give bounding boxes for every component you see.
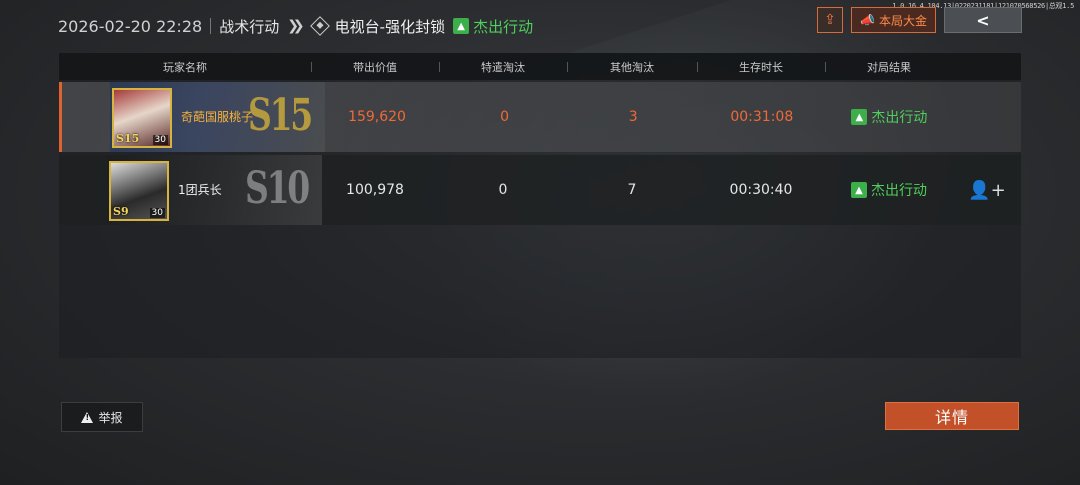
map-name: 电视台-强化封锁 <box>334 17 446 36</box>
map-icon <box>309 16 330 36</box>
avatar-level: 30 <box>149 208 165 218</box>
table-row[interactable]: S10 S9 30 1团兵长 100,978 0 7 00:30:40 ▲ 杰出… <box>59 155 1021 225</box>
result-cell: ▲ 杰出行动 <box>826 107 954 127</box>
avatar[interactable]: S9 30 <box>109 161 169 221</box>
match-result: ▲ 杰出行动 <box>453 16 533 37</box>
header-special-kills: 特遣淘汰 <box>439 59 567 75</box>
match-header: 2026-02-20 22:28 战术行动 ❯❯ 电视台-强化封锁 ▲ 杰出行动 <box>58 13 533 39</box>
header-player-name: 玩家名称 <box>163 60 207 74</box>
warning-icon <box>81 411 94 423</box>
special-kills-cell: 0 <box>498 182 508 198</box>
survival-cell: 00:30:40 <box>729 182 793 198</box>
result-badge: ▲ 杰出行动 <box>851 107 927 127</box>
flame-icon: ▲ <box>851 182 867 198</box>
flame-icon: ▲ <box>453 18 470 34</box>
header-value: 带出价值 <box>311 59 439 75</box>
share-button[interactable]: ⇪ <box>817 7 844 33</box>
avatar-season-badge: S15 <box>116 132 140 145</box>
survival-cell: 00:31:08 <box>730 109 794 125</box>
value-cell: 100,978 <box>346 182 404 198</box>
avatar[interactable]: S15 30 <box>112 88 172 148</box>
back-button[interactable]: < <box>944 7 1022 33</box>
chevron-left-icon: < <box>976 10 990 30</box>
result-badge: ▲ 杰出行动 <box>851 180 927 200</box>
add-friend-button[interactable]: 👤+ <box>953 180 1021 201</box>
avatar-level: 30 <box>152 135 168 145</box>
scoreboard-table: 玩家名称 带出价值 特遣淘汰 其他淘汰 生存时长 对局结果 S15 S15 30… <box>59 53 1021 358</box>
result-cell: ▲ 杰出行动 <box>825 180 953 200</box>
loudspeaker-icon: 📣 <box>860 13 875 27</box>
table-row[interactable]: S15 S15 30 奇葩国服桃子 159,620 0 3 00:31:08 ▲… <box>59 82 1021 152</box>
header-match-result: 对局结果 <box>825 59 953 75</box>
match-result-label: 杰出行动 <box>473 17 534 36</box>
special-kills-cell: 0 <box>500 109 510 125</box>
double-chevron-icon: ❯❯ <box>287 18 305 34</box>
result-label: 杰出行动 <box>871 183 927 199</box>
share-icon: ⇪ <box>824 12 836 28</box>
report-label: 举报 <box>98 410 123 425</box>
value-cell: 159,620 <box>348 109 406 125</box>
top-right-buttons: ⇪ 📣 本局大金 < <box>817 7 1022 33</box>
add-friend-icon: 👤+ <box>968 179 1006 201</box>
player-cell: S10 S9 30 1团兵长 <box>59 155 322 225</box>
other-kills-cell: 3 <box>628 109 638 125</box>
other-kills-cell: 7 <box>627 182 637 198</box>
details-label: 详情 <box>934 408 969 427</box>
banner-season: S10 <box>244 163 310 214</box>
details-button[interactable]: 详情 <box>885 402 1019 430</box>
banner-season: S15 <box>247 90 313 141</box>
result-label: 杰出行动 <box>871 110 928 126</box>
flame-icon: ▲ <box>851 109 868 125</box>
header-other-kills: 其他淘汰 <box>567 59 697 75</box>
header-survival-time: 生存时长 <box>697 59 825 75</box>
table-header: 玩家名称 带出价值 特遣淘汰 其他淘汰 生存时长 对局结果 <box>59 53 1021 80</box>
game-mode: 战术行动 <box>219 17 280 36</box>
report-button[interactable]: 举报 <box>61 402 143 432</box>
loudspeaker-label: 本局大金 <box>878 13 927 28</box>
player-name: 奇葩国服桃子 <box>181 110 254 124</box>
avatar-season-badge: S9 <box>113 205 129 218</box>
player-cell: S15 S15 30 奇葩国服桃子 <box>62 82 325 152</box>
player-name: 1团兵长 <box>178 183 222 197</box>
match-datetime: 2026-02-20 22:28 <box>58 16 203 36</box>
header-divider <box>210 18 212 34</box>
loudspeaker-button[interactable]: 📣 本局大金 <box>851 7 936 33</box>
